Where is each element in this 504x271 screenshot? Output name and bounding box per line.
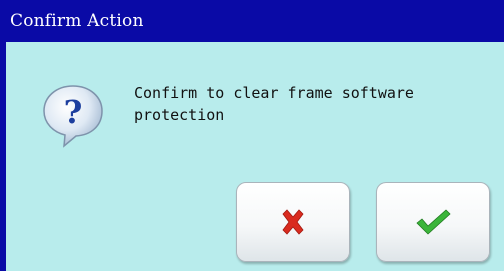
dialog-message: Confirm to clear frame software protecti… xyxy=(134,84,414,124)
question-icon: ? xyxy=(38,80,108,150)
cancel-button[interactable] xyxy=(236,182,350,262)
confirm-button[interactable] xyxy=(376,182,490,262)
dialog-body: ? Confirm to clear frame software protec… xyxy=(0,42,504,271)
svg-text:?: ? xyxy=(64,93,83,131)
close-icon xyxy=(278,207,308,237)
confirm-dialog: Confirm Action ? Confirm to clear frame … xyxy=(0,0,504,271)
dialog-title: Confirm Action xyxy=(0,0,504,42)
checkmark-icon xyxy=(414,207,452,237)
